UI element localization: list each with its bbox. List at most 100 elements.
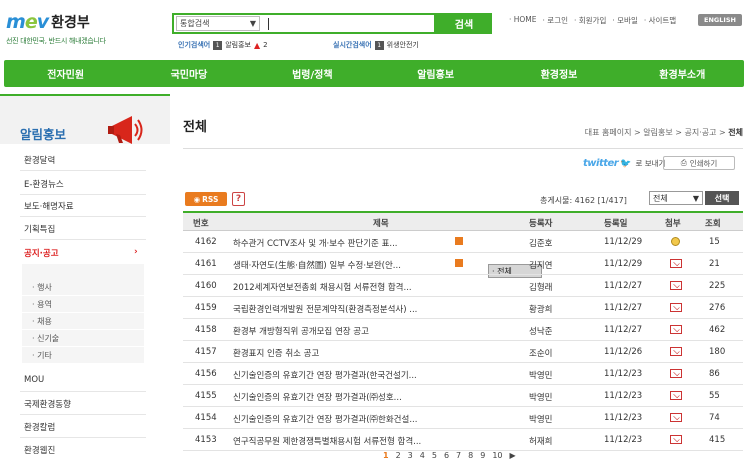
page-link[interactable]: 6 (444, 451, 449, 460)
row-title[interactable]: 연구직공무원 제한경쟁특별채용시험 서류전형 합격... (233, 435, 463, 447)
content: 전체 대표 홈페이지 > 알림홍보 > 공지·공고 > 전체 twitter 🐦… (183, 94, 743, 468)
row-title[interactable]: 국립환경인력개발원 전문계약직(환경측정분석사) ... (233, 303, 463, 315)
row-number: 4156 (195, 369, 217, 379)
sidebar-item-webzine[interactable]: 환경웹진 (24, 444, 55, 456)
category-select-value: 전체 (653, 193, 668, 203)
row-title[interactable]: 환경부 개방형직위 공개모집 연장 공고 (233, 325, 463, 337)
sitemap-link[interactable]: · 사이트맵 (644, 15, 676, 26)
page-link[interactable]: 10 (492, 451, 502, 460)
attachment-file-icon[interactable] (670, 391, 682, 400)
submenu-services[interactable]: · 용역 (22, 297, 144, 313)
submenu-other[interactable]: · 기타 (22, 348, 144, 364)
sidebar-title: 알림홍보 (20, 127, 67, 142)
realtime-rank-badge: 1 (374, 40, 384, 50)
table-row[interactable]: 4159 국립환경인력개발원 전문계약직(환경측정분석사) ... 황광희 11/12… (183, 298, 743, 319)
sidebar-item-features[interactable]: 기획특집 (24, 223, 55, 235)
row-date: 11/12/23 (604, 435, 643, 445)
twitter-share[interactable]: twitter 🐦 로 보내기 (583, 158, 665, 169)
print-button[interactable]: ⎙ 인쇄하기 (663, 156, 735, 170)
page-link[interactable]: 7 (456, 451, 461, 460)
search-scope-select[interactable]: 통합검색 ▼ (176, 16, 260, 31)
attachment-file-icon[interactable] (670, 369, 682, 378)
row-title[interactable]: 2012세계자연보전총회 채용시험 서류전형 합격... (233, 281, 463, 293)
nav-e-petition[interactable]: 전자민원 (4, 60, 127, 87)
page-link[interactable]: 3 (408, 451, 413, 460)
search-input[interactable] (268, 17, 269, 30)
attachment-file-icon[interactable] (670, 347, 682, 356)
sidebar-item-press[interactable]: 보도·해명자료 (24, 200, 74, 212)
breadcrumb-news[interactable]: 알림홍보 (643, 128, 672, 137)
table-row[interactable]: 4157 환경표지 인증 취소 공고 조순이 11/12/26 180 (183, 342, 743, 363)
page-link[interactable]: 4 (420, 451, 425, 460)
row-number: 4159 (195, 303, 217, 313)
row-number: 4155 (195, 391, 217, 401)
category-select[interactable]: 전체 ▼ (649, 191, 703, 205)
nav-news-pr[interactable]: 알림홍보 (374, 60, 497, 87)
sidebar-item-mou[interactable]: MOU (24, 375, 44, 385)
nav-about[interactable]: 환경부소개 (621, 60, 744, 87)
sidebar-item-intl-trends[interactable]: 국제환경동향 (24, 398, 71, 410)
page-link[interactable]: 9 (480, 451, 485, 460)
signup-link[interactable]: · 회원가입 (574, 15, 606, 26)
attachment-file-icon[interactable] (670, 413, 682, 422)
row-date: 11/12/23 (604, 369, 643, 379)
col-views: 조회 (705, 219, 721, 229)
row-title[interactable]: 신기술인증의 유효기간 연장 평가결과(㈜성호... (233, 391, 463, 403)
attachment-file-icon[interactable] (670, 259, 682, 268)
page-link[interactable]: 8 (468, 451, 473, 460)
table-row[interactable]: 4160 2012세계자연보전총회 채용시험 서류전형 합격... 김형래 11/12… (183, 276, 743, 297)
realtime-search-term[interactable]: 위생안전기 (387, 40, 419, 50)
attachment-file-icon[interactable] (670, 303, 682, 312)
row-title[interactable]: 생태·자연도(生態·自然圖) 일부 수정·보완(안... (233, 259, 463, 271)
popular-search-term[interactable]: 알림홍보 (225, 40, 251, 50)
page-link[interactable]: 2 (396, 451, 401, 460)
col-number: 번호 (193, 219, 209, 229)
table-row[interactable]: 4161 생태·자연도(生態·自然圖) 일부 수정·보완(안... 김지연 11/12… (183, 254, 743, 275)
table-row[interactable]: 4154 신기술인증의 유효기간 연장 평가결과(㈜한화건설... 박영민 11/12… (183, 408, 743, 429)
row-date: 11/12/29 (604, 237, 643, 247)
table-row[interactable]: 4158 환경부 개방형직위 공개모집 연장 공고 성낙준 11/12/27 462 (183, 320, 743, 341)
breadcrumb-current: 전체 (728, 128, 743, 137)
table-row[interactable]: 4155 신기술인증의 유효기간 연장 평가결과(㈜성호... 박영민 11/12/2… (183, 386, 743, 407)
row-views: 74 (709, 413, 720, 423)
attachment-file-icon[interactable] (670, 281, 682, 290)
row-title[interactable]: 하수관거 CCTV조사 및 개·보수 판단기준 표... (233, 237, 463, 249)
row-title[interactable]: 환경표지 인증 취소 공고 (233, 347, 463, 359)
submenu-hiring[interactable]: · 채용 (22, 314, 144, 330)
rss-button[interactable]: ◉ RSS (185, 192, 227, 206)
nav-env-info[interactable]: 환경정보 (497, 60, 620, 87)
row-number: 4157 (195, 347, 217, 357)
attachment-file-icon[interactable] (670, 325, 682, 334)
nav-public-square[interactable]: 국민마당 (127, 60, 250, 87)
site-logo[interactable]: mev 환경부 (6, 10, 90, 34)
english-button[interactable]: ENGLISH (698, 14, 742, 26)
sidebar-item-calendar[interactable]: 환경달력 (24, 154, 55, 166)
table-row[interactable]: 4162 하수관거 CCTV조사 및 개·보수 판단기준 표... 김준호 11/12… (183, 232, 743, 253)
help-button[interactable]: ? (232, 192, 245, 206)
table-row[interactable]: 4153 연구직공무원 제한경쟁특별채용시험 서류전형 합격... 허재희 11/12… (183, 430, 743, 451)
row-title[interactable]: 신기술인증의 유효기간 연장 평가결과(한국건설기... (233, 369, 463, 381)
attachment-bulb-icon[interactable] (671, 237, 680, 246)
row-title[interactable]: 신기술인증의 유효기간 연장 평가결과(㈜한화건설... (233, 413, 463, 425)
realtime-search: 실시간검색어 1 위생안전기 (333, 40, 419, 50)
row-views: 180 (709, 347, 726, 357)
home-link[interactable]: · HOME (509, 15, 537, 26)
sidebar-item-notices[interactable]: 공지·공고 (24, 247, 59, 259)
mobile-link[interactable]: · 모바일 (612, 15, 637, 26)
breadcrumb-notices[interactable]: 공지·공고 (684, 128, 716, 137)
submenu-newtech[interactable]: · 신기술 (22, 331, 144, 347)
page-link[interactable]: 1 (383, 451, 389, 460)
select-button[interactable]: 선택 (705, 191, 739, 205)
table-header: 번호 제목 등록자 등록일 첨부 조회 (183, 211, 743, 231)
nav-law-policy[interactable]: 법령/정책 (251, 60, 374, 87)
next-page-icon[interactable]: ▶ (510, 451, 516, 460)
sidebar-item-enews[interactable]: E-환경뉴스 (24, 178, 64, 190)
page-link[interactable]: 5 (432, 451, 437, 460)
login-link[interactable]: · 로그인 (543, 15, 568, 26)
search-button[interactable]: 검색 (436, 13, 492, 34)
table-row[interactable]: 4156 신기술인증의 유효기간 연장 평가결과(한국건설기... 박영민 11/12… (183, 364, 743, 385)
submenu-events[interactable]: · 행사 (22, 280, 144, 296)
breadcrumb-home[interactable]: 대표 홈페이지 (585, 128, 632, 137)
sidebar-item-column[interactable]: 환경칼럼 (24, 421, 55, 433)
attachment-file-icon[interactable] (670, 435, 682, 444)
